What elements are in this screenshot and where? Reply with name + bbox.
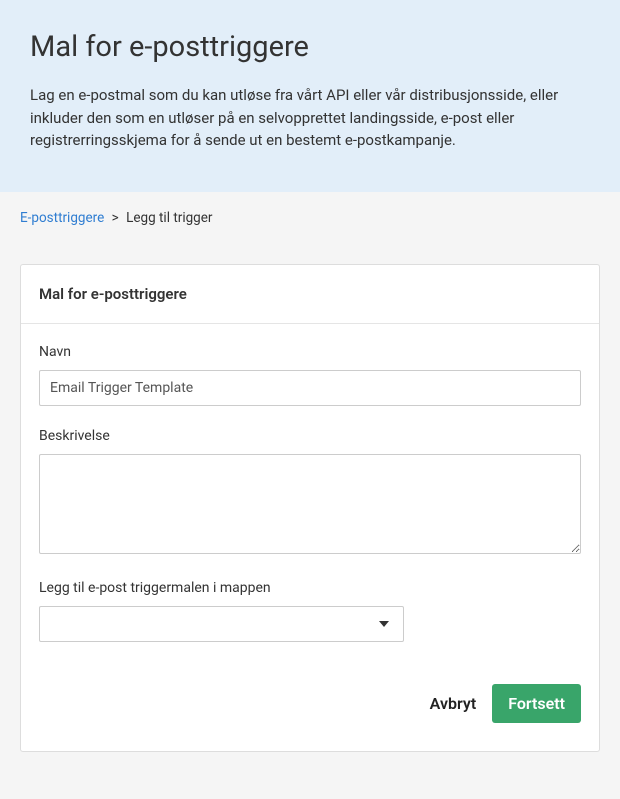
breadcrumb: E-posttriggere > Legg til trigger [0,192,620,244]
form-group-description: Beskrivelse [39,428,581,558]
card-body: Navn Beskrivelse Legg til e-post trigger… [21,324,599,751]
folder-select[interactable] [39,606,404,642]
page-description: Lag en e-postmal som du kan utløse fra v… [30,84,590,152]
breadcrumb-current: Legg til trigger [126,210,212,226]
page-title: Mal for e-posttriggere [30,30,590,64]
name-input[interactable] [39,370,581,406]
card-header: Mal for e-posttriggere [21,265,599,324]
form-group-name: Navn [39,344,581,406]
cancel-button[interactable]: Avbryt [426,686,481,721]
card-title: Mal for e-posttriggere [39,285,581,303]
page-header: Mal for e-posttriggere Lag en e-postmal … [0,0,620,192]
form-group-folder: Legg til e-post triggermalen i mappen [39,580,581,642]
continue-button[interactable]: Fortsett [492,684,581,723]
form-card: Mal for e-posttriggere Navn Beskrivelse … [20,264,600,752]
description-label: Beskrivelse [39,428,581,444]
chevron-down-icon [379,621,389,627]
description-textarea[interactable] [39,454,581,554]
card-footer: Avbryt Fortsett [39,664,581,723]
breadcrumb-link[interactable]: E-posttriggere [20,210,104,226]
breadcrumb-separator: > [112,210,119,226]
name-label: Navn [39,344,581,360]
folder-label: Legg til e-post triggermalen i mappen [39,580,581,596]
